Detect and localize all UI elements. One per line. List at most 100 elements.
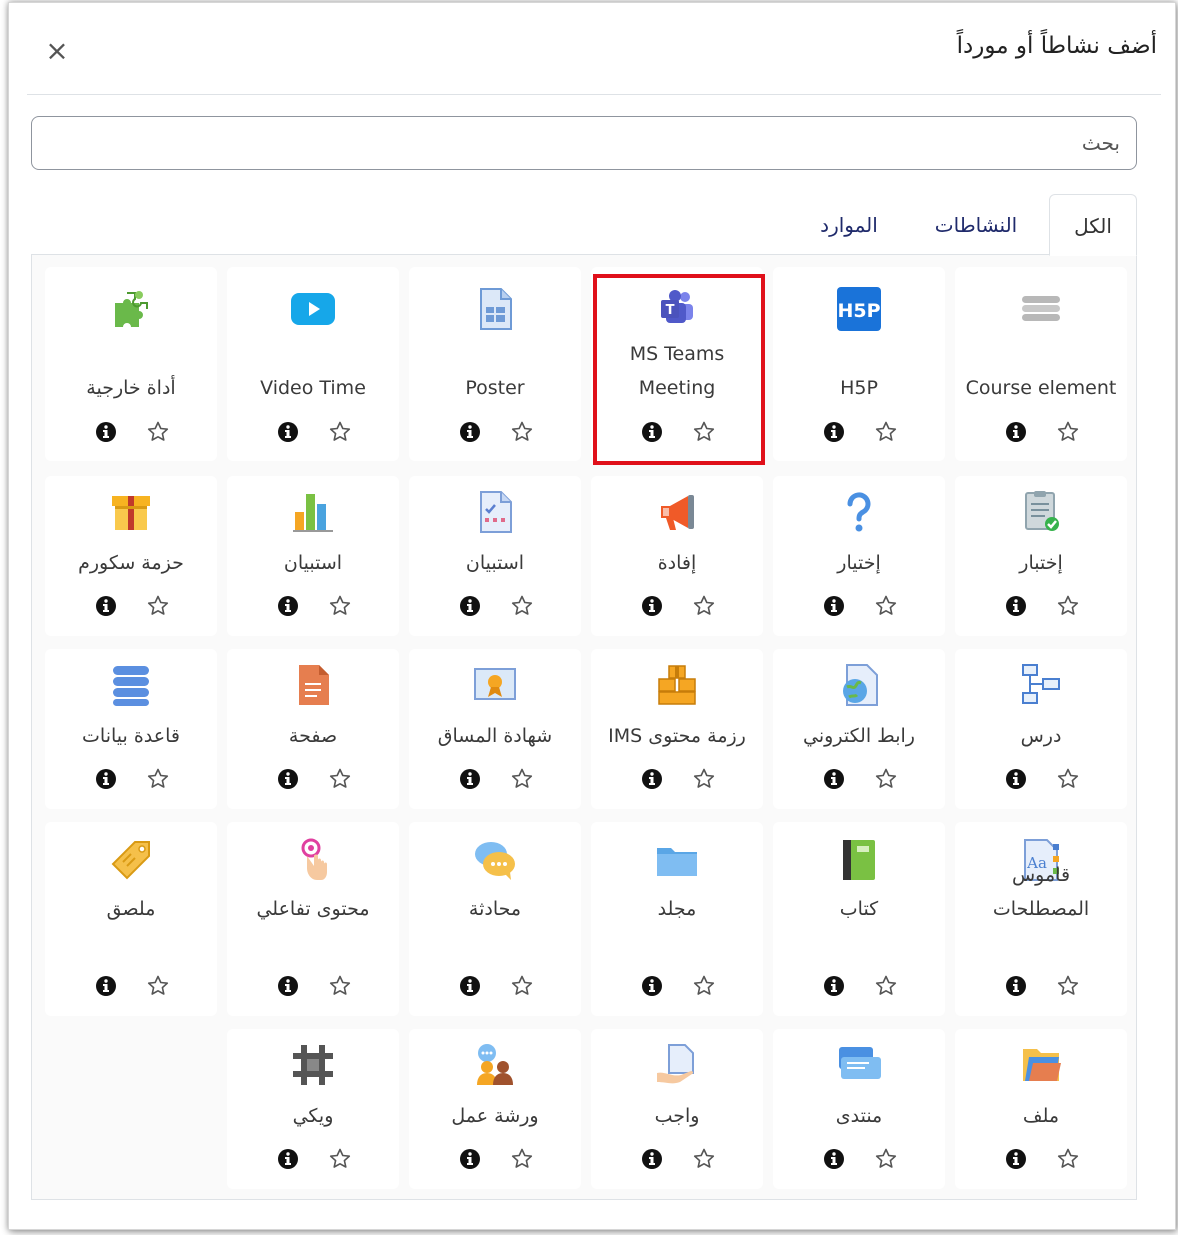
activity-card[interactable]: ملصق <box>45 822 217 1016</box>
star-icon[interactable] <box>510 974 534 998</box>
activity-card[interactable]: رابط الكتروني <box>773 649 945 809</box>
info-icon[interactable] <box>459 421 481 443</box>
info-icon[interactable] <box>1005 421 1027 443</box>
star-icon[interactable] <box>328 974 352 998</box>
star-icon[interactable] <box>328 767 352 791</box>
quiz-icon <box>1019 490 1063 534</box>
activity-card[interactable]: T MS Teams Meeting <box>591 267 763 461</box>
activity-card[interactable]: ورشة عمل <box>409 1029 581 1189</box>
star-icon[interactable] <box>1056 594 1080 618</box>
activity-card[interactable]: Poster <box>409 267 581 461</box>
activity-card[interactable]: استبيان <box>227 476 399 636</box>
info-icon[interactable] <box>1005 768 1027 790</box>
activity-card[interactable]: كتاب <box>773 822 945 1016</box>
star-icon[interactable] <box>510 420 534 444</box>
activity-card[interactable]: قاعدة بيانات <box>45 649 217 809</box>
star-icon[interactable] <box>146 974 170 998</box>
star-icon[interactable] <box>874 767 898 791</box>
activity-card[interactable]: Aa قاموس المصطلحات <box>955 822 1127 1016</box>
star-icon[interactable] <box>510 1147 534 1171</box>
info-icon[interactable] <box>641 1148 663 1170</box>
search-input[interactable] <box>31 116 1137 170</box>
info-icon[interactable] <box>277 768 299 790</box>
star-icon[interactable] <box>692 767 716 791</box>
activity-label: ويكي <box>292 1105 334 1127</box>
info-icon[interactable] <box>823 1148 845 1170</box>
star-icon[interactable] <box>146 420 170 444</box>
activity-card[interactable]: درس <box>955 649 1127 809</box>
info-icon[interactable] <box>641 421 663 443</box>
lesson-icon <box>1019 663 1063 707</box>
info-icon[interactable] <box>823 595 845 617</box>
info-icon[interactable] <box>95 595 117 617</box>
label-tag-icon <box>109 838 153 882</box>
activity-label: استبيان <box>465 552 525 574</box>
star-icon[interactable] <box>692 974 716 998</box>
info-icon[interactable] <box>459 975 481 997</box>
activity-card[interactable]: محادثة <box>409 822 581 1016</box>
file-icon <box>1019 1043 1063 1087</box>
info-icon[interactable] <box>641 595 663 617</box>
course-element-icon <box>1019 287 1063 331</box>
info-icon[interactable] <box>459 1148 481 1170</box>
activity-card[interactable]: ويكي <box>227 1029 399 1189</box>
close-icon[interactable]: × <box>43 37 71 65</box>
info-icon[interactable] <box>95 768 117 790</box>
info-icon[interactable] <box>823 768 845 790</box>
activity-card[interactable]: إختبار <box>955 476 1127 636</box>
activity-card[interactable]: استبيان <box>409 476 581 636</box>
star-icon[interactable] <box>874 420 898 444</box>
star-icon[interactable] <box>328 594 352 618</box>
activity-card[interactable]: H5P H5P <box>773 267 945 461</box>
star-icon[interactable] <box>1056 1147 1080 1171</box>
star-icon[interactable] <box>1056 974 1080 998</box>
info-icon[interactable] <box>277 1148 299 1170</box>
activity-card[interactable]: إفادة <box>591 476 763 636</box>
info-icon[interactable] <box>1005 1148 1027 1170</box>
star-icon[interactable] <box>328 1147 352 1171</box>
info-icon[interactable] <box>823 421 845 443</box>
star-icon[interactable] <box>874 1147 898 1171</box>
activity-card[interactable]: محتوى تفاعلي <box>227 822 399 1016</box>
info-icon[interactable] <box>1005 595 1027 617</box>
activity-card[interactable]: حزمة سكورم <box>45 476 217 636</box>
info-icon[interactable] <box>641 975 663 997</box>
info-icon[interactable] <box>459 768 481 790</box>
star-icon[interactable] <box>146 594 170 618</box>
activity-card[interactable]: أداة خارجية <box>45 267 217 461</box>
star-icon[interactable] <box>874 594 898 618</box>
info-icon[interactable] <box>95 975 117 997</box>
star-icon[interactable] <box>692 594 716 618</box>
star-icon[interactable] <box>1056 767 1080 791</box>
activity-card[interactable]: إختيار <box>773 476 945 636</box>
star-icon[interactable] <box>510 767 534 791</box>
info-icon[interactable] <box>277 975 299 997</box>
tab-activities[interactable]: النشاطات <box>915 194 1037 256</box>
star-icon[interactable] <box>1056 420 1080 444</box>
tab-all[interactable]: الكل <box>1049 194 1137 256</box>
folder-icon <box>655 838 699 882</box>
info-icon[interactable] <box>459 595 481 617</box>
info-icon[interactable] <box>277 421 299 443</box>
activity-card[interactable]: منتدى <box>773 1029 945 1189</box>
info-icon[interactable] <box>277 595 299 617</box>
star-icon[interactable] <box>692 420 716 444</box>
activity-card[interactable]: صفحة <box>227 649 399 809</box>
activity-card[interactable]: رزمة محتوى IMS <box>591 649 763 809</box>
activity-card[interactable]: Course element <box>955 267 1127 461</box>
info-icon[interactable] <box>95 421 117 443</box>
star-icon[interactable] <box>328 420 352 444</box>
activity-card[interactable]: شهادة المساق <box>409 649 581 809</box>
star-icon[interactable] <box>874 974 898 998</box>
star-icon[interactable] <box>146 767 170 791</box>
info-icon[interactable] <box>823 975 845 997</box>
star-icon[interactable] <box>510 594 534 618</box>
info-icon[interactable] <box>1005 975 1027 997</box>
activity-card[interactable]: ملف <box>955 1029 1127 1189</box>
activity-card[interactable]: مجلد <box>591 822 763 1016</box>
star-icon[interactable] <box>692 1147 716 1171</box>
activity-card[interactable]: واجب <box>591 1029 763 1189</box>
tab-resources[interactable]: الموارد <box>797 194 901 256</box>
activity-card[interactable]: Video Time <box>227 267 399 461</box>
info-icon[interactable] <box>641 768 663 790</box>
